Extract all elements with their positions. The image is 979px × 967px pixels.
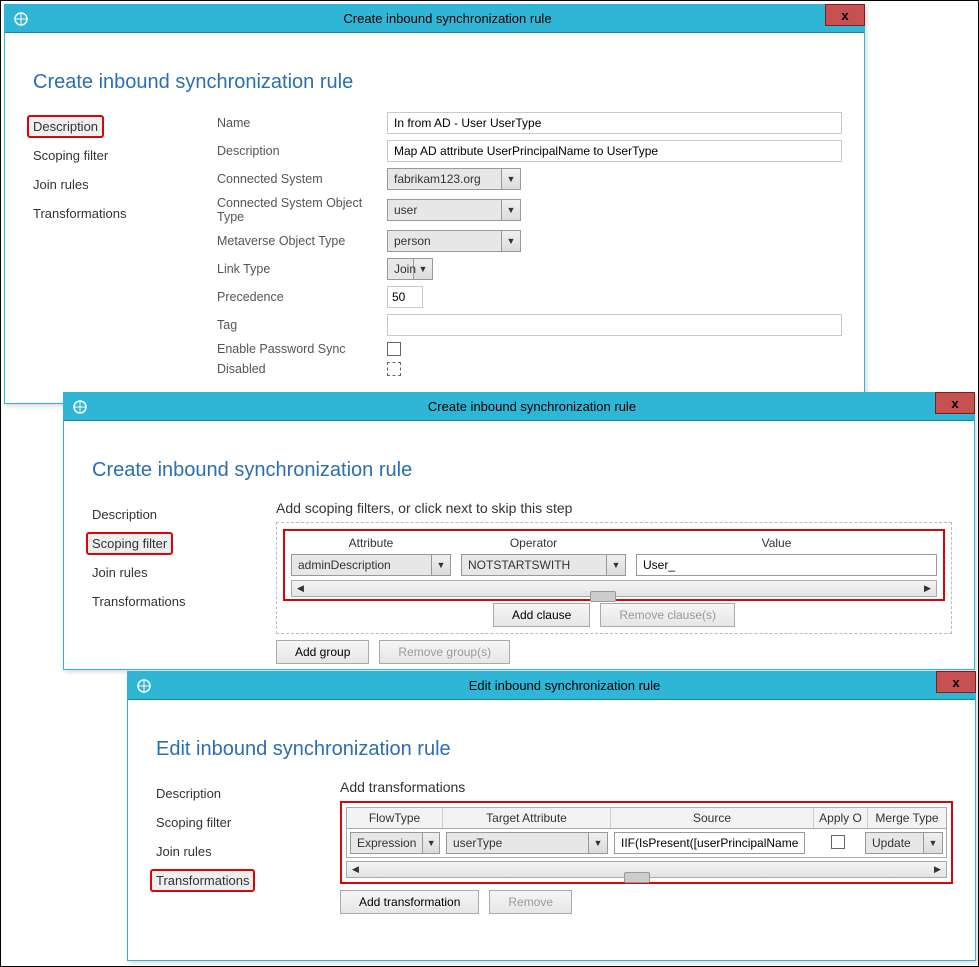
scroll-right-icon[interactable]: ▶ [919,581,936,596]
sidebar-item-scoping-filter[interactable]: Scoping filter [86,532,173,555]
scroll-thumb[interactable] [590,591,616,602]
col-attribute: Attribute [291,536,451,550]
chevron-down-icon: ▼ [423,838,439,848]
chevron-down-icon: ▼ [414,264,432,274]
app-icon [11,9,31,29]
input-description[interactable] [387,140,842,162]
select-flowtype[interactable]: Expression▼ [350,832,440,854]
sidebar-item-description[interactable]: Description [150,782,227,805]
select-connected-system-object-type[interactable]: user▼ [387,199,521,221]
horizontal-scrollbar[interactable]: ◀ ▶ [291,580,937,597]
scroll-thumb[interactable] [624,872,650,883]
input-value[interactable] [636,554,937,576]
input-name[interactable] [387,112,842,134]
titlebar[interactable]: Create inbound synchronization rule x [5,5,864,33]
close-button[interactable]: x [935,392,975,414]
wizard-sidebar: Description Scoping filter Join rules Tr… [86,500,276,664]
chevron-down-icon: ▼ [607,560,625,570]
remove-transformation-button: Remove [489,890,572,914]
remove-group-button: Remove group(s) [379,640,510,664]
sidebar-item-transformations[interactable]: Transformations [27,202,132,225]
page-heading: Create inbound synchronization rule [92,459,952,482]
scroll-left-icon[interactable]: ◀ [292,581,309,596]
label-disabled: Disabled [217,362,387,376]
col-source: Source [611,808,814,828]
label-connected-system-object-type: Connected System Object Type [217,196,387,224]
remove-clause-button: Remove clause(s) [600,603,735,627]
window-edit-rule-transformations: Edit inbound synchronization rule x Edit… [127,671,976,961]
window-title: Edit inbound synchronization rule [154,678,975,693]
add-group-button[interactable]: Add group [276,640,369,664]
chevron-down-icon: ▼ [502,236,520,246]
col-apply-once: Apply O [814,808,868,828]
label-tag: Tag [217,318,387,332]
checkbox-apply-once[interactable] [831,835,845,849]
checkbox-enable-password-sync[interactable] [387,342,401,356]
wizard-sidebar: Description Scoping filter Join rules Tr… [150,779,340,914]
sidebar-item-scoping-filter[interactable]: Scoping filter [150,811,237,834]
select-merge-type[interactable]: Update▼ [865,832,943,854]
chevron-down-icon: ▼ [502,174,520,184]
col-target-attribute: Target Attribute [443,808,611,828]
chevron-down-icon: ▼ [432,560,450,570]
input-precedence[interactable] [387,286,423,308]
input-tag[interactable] [387,314,842,336]
col-merge-type: Merge Type [868,808,946,828]
window-title: Create inbound synchronization rule [31,11,864,26]
sidebar-item-scoping-filter[interactable]: Scoping filter [27,144,114,167]
sidebar-item-description[interactable]: Description [27,115,104,138]
transformations-highlight: FlowType Target Attribute Source Apply O… [340,801,953,884]
add-transformation-button[interactable]: Add transformation [340,890,479,914]
chevron-down-icon: ▼ [589,838,607,848]
sidebar-item-join-rules[interactable]: Join rules [86,561,154,584]
select-target-attribute[interactable]: userType▼ [446,832,608,854]
col-operator: Operator [451,536,616,550]
input-source[interactable] [614,832,805,854]
label-precedence: Precedence [217,290,387,304]
wizard-sidebar: Description Scoping filter Join rules Tr… [27,112,217,382]
checkbox-disabled[interactable] [387,362,401,376]
sidebar-item-join-rules[interactable]: Join rules [150,840,218,863]
page-heading: Edit inbound synchronization rule [156,738,953,761]
label-name: Name [217,116,387,130]
sidebar-item-transformations[interactable]: Transformations [86,590,191,613]
horizontal-scrollbar[interactable]: ◀ ▶ [346,861,947,878]
label-metaverse-object-type: Metaverse Object Type [217,234,387,248]
label-enable-password-sync: Enable Password Sync [217,342,387,356]
page-heading: Create inbound synchronization rule [33,71,842,94]
label-description: Description [217,144,387,158]
select-connected-system[interactable]: fabrikam123.org▼ [387,168,521,190]
scoping-instruction: Add scoping filters, or click next to sk… [276,500,952,516]
window-create-rule-description: Create inbound synchronization rule x Cr… [4,4,865,404]
sidebar-item-join-rules[interactable]: Join rules [27,173,95,196]
col-value: Value [616,536,937,550]
transformations-grid-row: Expression▼ userType▼ Update▼ [346,829,947,858]
chevron-down-icon: ▼ [502,205,520,215]
sidebar-item-description[interactable]: Description [86,503,163,526]
transformations-heading: Add transformations [340,779,953,795]
window-title: Create inbound synchronization rule [90,399,974,414]
select-attribute[interactable]: adminDescription▼ [291,554,451,576]
scoping-group: Attribute Operator Value adminDescriptio… [276,522,952,634]
transformations-grid-header: FlowType Target Attribute Source Apply O… [346,807,947,829]
scoping-clause-highlight: Attribute Operator Value adminDescriptio… [283,529,945,601]
app-icon [134,676,154,696]
close-button[interactable]: x [936,671,976,693]
close-button[interactable]: x [825,4,865,26]
titlebar[interactable]: Edit inbound synchronization rule x [128,672,975,700]
sidebar-item-transformations[interactable]: Transformations [150,869,255,892]
label-link-type: Link Type [217,262,387,276]
select-operator[interactable]: NOTSTARTSWITH▼ [461,554,626,576]
col-flowtype: FlowType [347,808,443,828]
window-create-rule-scoping: Create inbound synchronization rule x Cr… [63,392,975,670]
app-icon [70,397,90,417]
scroll-left-icon[interactable]: ◀ [347,862,364,877]
titlebar[interactable]: Create inbound synchronization rule x [64,393,974,421]
chevron-down-icon: ▼ [924,838,942,848]
scroll-right-icon[interactable]: ▶ [929,862,946,877]
label-connected-system: Connected System [217,172,387,186]
select-link-type[interactable]: Join▼ [387,258,433,280]
add-clause-button[interactable]: Add clause [493,603,590,627]
select-metaverse-object-type[interactable]: person▼ [387,230,521,252]
